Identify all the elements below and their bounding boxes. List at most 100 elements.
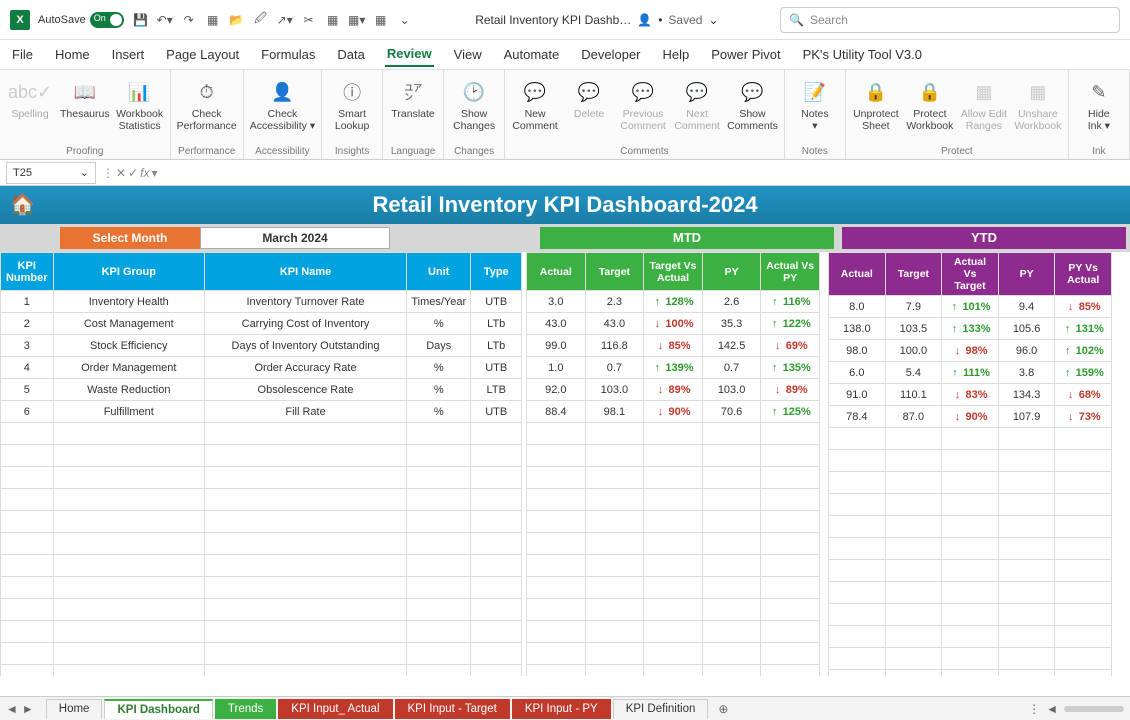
enter-icon[interactable]: ✓ — [128, 166, 138, 180]
empty-row[interactable] — [829, 472, 1112, 494]
redo-icon[interactable]: ↷ — [180, 11, 198, 29]
scroll-left-icon[interactable]: ◄ — [1046, 702, 1058, 716]
empty-row[interactable] — [829, 582, 1112, 604]
empty-row[interactable] — [527, 445, 820, 467]
cell[interactable]: Order Management — [53, 357, 205, 379]
cell[interactable]: Days — [407, 335, 471, 357]
more-icon[interactable]: ⌄ — [396, 11, 414, 29]
sheet-tab-kpi-input-actual[interactable]: KPI Input_ Actual — [278, 699, 392, 719]
empty-row[interactable] — [1, 445, 522, 467]
autosave-toggle[interactable]: AutoSave — [38, 12, 124, 28]
table-row[interactable]: 3.02.3↑ 128%2.6↑ 116% — [527, 291, 820, 313]
ribbon-check-button[interactable]: 👤CheckAccessibility ▾ — [250, 74, 315, 132]
cell[interactable]: UTB — [471, 401, 522, 423]
tab-developer[interactable]: Developer — [579, 43, 642, 66]
empty-row[interactable] — [1, 467, 522, 489]
tab-data[interactable]: Data — [335, 43, 366, 66]
cell[interactable]: Inventory Health — [53, 291, 205, 313]
empty-row[interactable] — [527, 577, 820, 599]
empty-row[interactable] — [829, 538, 1112, 560]
empty-row[interactable] — [527, 665, 820, 677]
tab-file[interactable]: File — [10, 43, 35, 66]
save-icon[interactable]: 💾 — [132, 11, 150, 29]
empty-row[interactable] — [1, 643, 522, 665]
table-row[interactable]: 99.0116.8↓ 85%142.5↓ 69% — [527, 335, 820, 357]
name-box[interactable]: T25 ⌄ — [6, 162, 96, 184]
empty-row[interactable] — [527, 423, 820, 445]
empty-row[interactable] — [829, 560, 1112, 582]
cell[interactable]: Cost Management — [53, 313, 205, 335]
cell[interactable]: Stock Efficiency — [53, 335, 205, 357]
empty-row[interactable] — [829, 516, 1112, 538]
table-row[interactable]: 91.0110.1↓ 83%134.3↓ 68% — [829, 384, 1112, 406]
sheet-tab-kpi-input-target[interactable]: KPI Input - Target — [395, 699, 510, 719]
filter-icon[interactable]: 🖉 — [252, 11, 270, 29]
chevron-down-icon[interactable]: ⌄ — [708, 13, 718, 27]
tab-power-pivot[interactable]: Power Pivot — [709, 43, 782, 66]
empty-row[interactable] — [829, 428, 1112, 450]
empty-row[interactable] — [527, 533, 820, 555]
table-row[interactable]: 3Stock EfficiencyDays of Inventory Outst… — [1, 335, 522, 357]
ribbon-show-button[interactable]: 💬ShowComments — [727, 74, 778, 132]
cell[interactable]: 2 — [1, 313, 54, 335]
cell[interactable]: Waste Reduction — [53, 379, 205, 401]
prev-sheet-icon[interactable]: ◄ — [6, 702, 18, 716]
cell[interactable]: LTB — [471, 379, 522, 401]
tab-pk-s-utility-tool-v3-0[interactable]: PK's Utility Tool V3.0 — [801, 43, 924, 66]
empty-row[interactable] — [829, 450, 1112, 472]
home-icon[interactable]: 🏠 — [10, 192, 35, 217]
tab-automate[interactable]: Automate — [502, 43, 562, 66]
ribbon-translate-button[interactable]: ㍐Translate — [389, 74, 437, 120]
empty-row[interactable] — [1, 621, 522, 643]
tab-home[interactable]: Home — [53, 43, 92, 66]
cell[interactable]: Carrying Cost of Inventory — [205, 313, 407, 335]
ribbon-check-button[interactable]: ⏱CheckPerformance — [177, 74, 237, 132]
empty-row[interactable] — [527, 643, 820, 665]
table-row[interactable]: 78.487.0↓ 90%107.9↓ 73% — [829, 406, 1112, 428]
cell[interactable]: 5 — [1, 379, 54, 401]
scroll-track[interactable] — [1064, 706, 1124, 712]
table-row[interactable]: 2Cost ManagementCarrying Cost of Invento… — [1, 313, 522, 335]
table-row[interactable]: 88.498.1↓ 90%70.6↑ 125% — [527, 401, 820, 423]
tab-insert[interactable]: Insert — [110, 43, 147, 66]
empty-row[interactable] — [1, 555, 522, 577]
cell[interactable]: Times/Year — [407, 291, 471, 313]
empty-row[interactable] — [527, 621, 820, 643]
tab-page-layout[interactable]: Page Layout — [164, 43, 241, 66]
share-icon[interactable]: ↗▾ — [276, 11, 294, 29]
empty-row[interactable] — [1, 599, 522, 621]
ribbon-hide-button[interactable]: ✎HideInk ▾ — [1075, 74, 1123, 132]
table-row[interactable]: 1.00.7↑ 139%0.7↑ 135% — [527, 357, 820, 379]
cell[interactable]: UTB — [471, 291, 522, 313]
cell[interactable]: Order Accuracy Rate — [205, 357, 407, 379]
empty-row[interactable] — [829, 626, 1112, 648]
ribbon-smart-button[interactable]: ⓘSmartLookup — [328, 74, 376, 132]
table-row[interactable]: 6.05.4↑ 111%3.8↑ 159% — [829, 362, 1112, 384]
cell[interactable]: LTb — [471, 313, 522, 335]
add-sheet-button[interactable]: ⊕ — [710, 702, 736, 716]
empty-row[interactable] — [527, 599, 820, 621]
sheet-tab-kpi-dashboard[interactable]: KPI Dashboard — [104, 699, 212, 719]
empty-row[interactable] — [527, 489, 820, 511]
cut-icon[interactable]: ✂ — [300, 11, 318, 29]
options-icon[interactable]: ⋮ — [1028, 702, 1040, 716]
cancel-icon[interactable]: ✕ — [116, 166, 126, 180]
empty-row[interactable] — [1, 489, 522, 511]
table-row[interactable]: 5Waste ReductionObsolescence Rate%LTB — [1, 379, 522, 401]
table-row[interactable]: 43.043.0↓ 100%35.3↑ 122% — [527, 313, 820, 335]
empty-row[interactable] — [1, 665, 522, 677]
undo-icon[interactable]: ↶▾ — [156, 11, 174, 29]
formula-input[interactable] — [164, 162, 1130, 184]
tab-review[interactable]: Review — [385, 42, 434, 67]
empty-row[interactable] — [829, 670, 1112, 677]
next-sheet-icon[interactable]: ► — [22, 702, 34, 716]
pivot-icon[interactable]: ▦ — [372, 11, 390, 29]
empty-row[interactable] — [527, 467, 820, 489]
ribbon-show-button[interactable]: 🕑ShowChanges — [450, 74, 498, 132]
table2-icon[interactable]: ▦▾ — [348, 11, 366, 29]
table-row[interactable]: 8.07.9↑ 101%9.4↓ 85% — [829, 296, 1112, 318]
cell[interactable]: Obsolescence Rate — [205, 379, 407, 401]
grid-icon[interactable]: ▦ — [204, 11, 222, 29]
cell[interactable]: UTB — [471, 357, 522, 379]
cell[interactable]: Fill Rate — [205, 401, 407, 423]
